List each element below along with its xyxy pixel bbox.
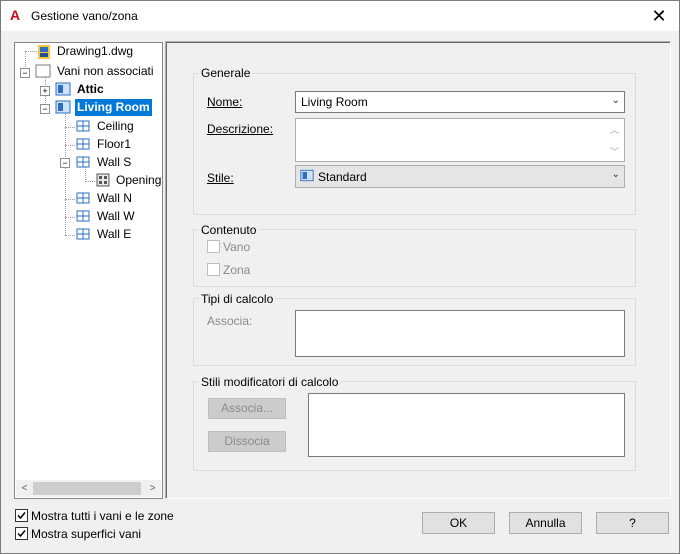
associa-button[interactable]: Associa...	[208, 398, 286, 419]
mostra-superfici-label: Mostra superfici vani	[31, 527, 142, 541]
stili-list[interactable]	[308, 393, 625, 457]
properties-panel: Generale Nome: Living Room ⌄ Descrizione…	[165, 41, 671, 499]
descrizione-textarea[interactable]: ︿ ﹀	[295, 118, 625, 162]
tree-item-wall-e[interactable]: Wall E	[97, 226, 131, 243]
vano-checkbox[interactable]	[207, 240, 220, 253]
expand-toggle-icon[interactable]: +	[40, 86, 50, 96]
horizontal-scrollbar[interactable]: < >	[16, 480, 161, 497]
help-button[interactable]: ?	[596, 512, 669, 534]
tree-item-unassigned[interactable]: Vani non associati	[57, 63, 154, 80]
contenuto-legend: Contenuto	[199, 223, 259, 237]
collapse-toggle-icon[interactable]: −	[40, 104, 50, 114]
title-bar: A Gestione vano/zona ✕	[1, 1, 679, 31]
tree-item-attic[interactable]: Attic	[77, 81, 104, 98]
tree-item-wall-s[interactable]: Wall S	[97, 154, 131, 171]
tipi-list[interactable]	[295, 310, 625, 357]
scroll-left-icon[interactable]: <	[16, 480, 33, 497]
surface-icon	[76, 138, 90, 150]
contenuto-group	[193, 229, 636, 287]
folder-icon	[35, 64, 51, 78]
tree-item-wall-n[interactable]: Wall N	[97, 190, 132, 207]
tree-item-ceiling[interactable]: Ceiling	[97, 118, 134, 135]
tree-item-living-room[interactable]: Living Room	[75, 99, 152, 116]
tree-item-floor[interactable]: Floor1	[97, 136, 131, 153]
collapse-toggle-icon[interactable]: −	[60, 158, 70, 168]
nome-combobox[interactable]: Living Room ⌄	[295, 91, 625, 113]
generale-legend: Generale	[199, 66, 253, 80]
ok-button[interactable]: OK	[422, 512, 495, 534]
mostra-tutti-label: Mostra tutti i vani e le zone	[31, 509, 174, 523]
checkmark-icon	[17, 512, 26, 520]
autocad-logo-icon: A	[10, 7, 21, 23]
room-tree[interactable]: Drawing1.dwg − Vani non associati + Atti…	[14, 42, 163, 499]
surface-icon	[76, 210, 90, 222]
close-icon[interactable]: ✕	[641, 1, 677, 31]
surface-icon	[76, 156, 90, 168]
tree-item-drawing[interactable]: Drawing1.dwg	[57, 43, 133, 60]
zona-checkbox[interactable]	[207, 263, 220, 276]
tipi-legend: Tipi di calcolo	[199, 292, 276, 306]
collapse-toggle-icon[interactable]: −	[20, 68, 30, 78]
surface-icon	[76, 228, 90, 240]
surface-icon	[76, 120, 90, 132]
room-icon	[55, 100, 71, 114]
drawing-file-icon	[38, 45, 50, 59]
nome-value: Living Room	[301, 95, 368, 109]
tree-item-wall-w[interactable]: Wall W	[97, 208, 135, 225]
descrizione-label: Descrizione:	[207, 122, 274, 136]
opening-icon	[96, 173, 110, 187]
stile-label: Stile:	[207, 171, 234, 185]
room-style-icon	[300, 169, 314, 182]
dialog-window: A Gestione vano/zona ✕ Drawing1.dwg − Va…	[0, 0, 680, 554]
stili-legend: Stili modificatori di calcolo	[199, 375, 341, 389]
surface-icon	[76, 192, 90, 204]
zona-label: Zona	[223, 263, 251, 277]
chevron-down-icon[interactable]: ⌄	[612, 169, 620, 180]
annulla-button[interactable]: Annulla	[509, 512, 582, 534]
nome-label: Nome:	[207, 95, 243, 109]
tree-item-opening[interactable]: Opening	[116, 172, 161, 189]
stile-value: Standard	[318, 170, 367, 184]
stile-combobox[interactable]: Standard ⌄	[295, 165, 625, 188]
mostra-superfici-checkbox[interactable]	[15, 527, 28, 540]
dissocia-button[interactable]: Dissocia	[208, 431, 286, 452]
chevron-down-icon[interactable]: ⌄	[612, 95, 620, 106]
mostra-tutti-checkbox[interactable]	[15, 509, 28, 522]
vano-label: Vano	[223, 240, 251, 254]
room-icon	[55, 82, 71, 96]
associa-label: Associa:	[207, 314, 253, 328]
scroll-right-icon[interactable]: >	[144, 480, 161, 497]
scroll-thumb[interactable]	[33, 482, 141, 495]
checkmark-icon	[17, 530, 26, 538]
window-title: Gestione vano/zona	[31, 9, 138, 23]
